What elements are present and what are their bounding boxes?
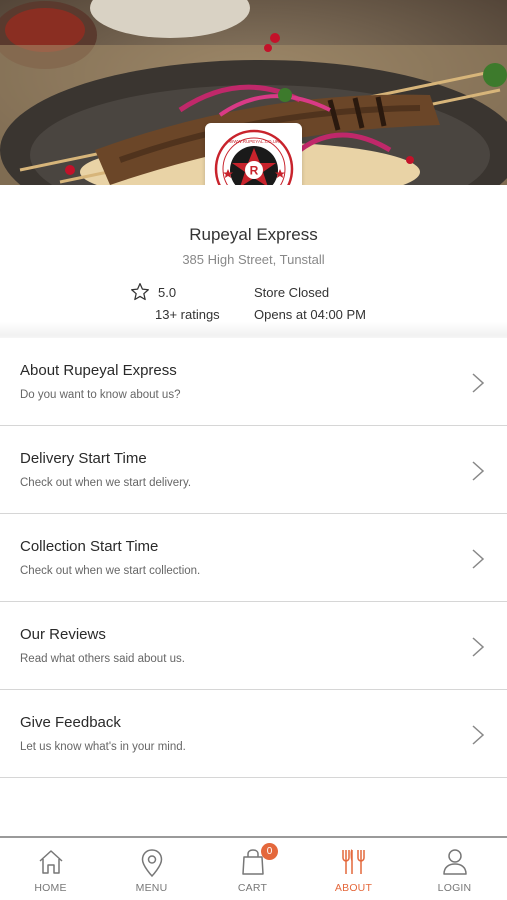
store-address: 385 High Street, Tunstall <box>182 252 325 267</box>
chevron-right-icon <box>472 637 485 657</box>
bottom-nav: HOME MENU 0 CART ABOUT LOGIN <box>0 836 507 900</box>
cart-count-badge: 0 <box>261 843 278 860</box>
menu-item-subtitle: Check out when we start collection. <box>20 565 201 577</box>
menu-item-delivery-start-time[interactable]: Delivery Start Time Check out when we st… <box>0 426 507 514</box>
nav-cart-label: CART <box>237 882 268 894</box>
store-name: Rupeyal Express <box>189 225 318 244</box>
fork-knife-icon <box>341 849 365 874</box>
menu-item-title: Give Feedback <box>20 714 121 731</box>
chevron-right-icon <box>472 549 485 569</box>
star-icon <box>131 283 149 301</box>
store-info: Rupeyal Express 385 High Street, Tunstal… <box>0 185 507 337</box>
nav-login[interactable]: LOGIN <box>404 838 505 900</box>
logo-monogram: R <box>249 164 258 178</box>
menu-item-subtitle: Do you want to know about us? <box>20 389 181 401</box>
store-opening-time: Opens at 04:00 PM <box>254 307 367 322</box>
menu-item-title: Collection Start Time <box>20 538 159 555</box>
logo-ring-text-top: WWW.RUPEYAL.CO.UK <box>229 139 279 144</box>
nav-menu[interactable]: MENU <box>101 838 202 900</box>
location-pin-icon <box>141 849 162 878</box>
nav-home[interactable]: HOME <box>0 838 101 900</box>
about-menu-list: About Rupeyal Express Do you want to kno… <box>0 338 507 778</box>
menu-item-title: Our Reviews <box>20 626 106 643</box>
menu-item-subtitle: Read what others said about us. <box>20 653 185 665</box>
nav-menu-label: MENU <box>135 882 168 894</box>
menu-item-about[interactable]: About Rupeyal Express Do you want to kno… <box>0 338 507 426</box>
home-icon <box>38 850 63 874</box>
rating-value: 5.0 <box>158 285 177 300</box>
user-icon <box>442 849 467 875</box>
chevron-right-icon <box>472 725 485 745</box>
nav-login-label: LOGIN <box>437 882 472 894</box>
menu-item-subtitle: Check out when we start delivery. <box>20 477 192 489</box>
nav-about-label: ABOUT <box>334 882 373 894</box>
menu-item-feedback[interactable]: Give Feedback Let us know what's in your… <box>0 690 507 778</box>
menu-item-title: About Rupeyal Express <box>20 362 177 379</box>
menu-item-collection-start-time[interactable]: Collection Start Time Check out when we … <box>0 514 507 602</box>
menu-item-reviews[interactable]: Our Reviews Read what others said about … <box>0 602 507 690</box>
chevron-right-icon <box>472 461 485 481</box>
nav-cart[interactable]: 0 CART <box>202 838 303 900</box>
menu-item-title: Delivery Start Time <box>20 450 147 467</box>
menu-item-subtitle: Let us know what's in your mind. <box>20 741 186 753</box>
nav-about[interactable]: ABOUT <box>303 838 404 900</box>
nav-home-label: HOME <box>34 882 67 894</box>
chevron-right-icon <box>472 373 485 393</box>
rating-count: 13+ ratings <box>155 307 220 322</box>
store-status: Store Closed <box>254 285 330 300</box>
